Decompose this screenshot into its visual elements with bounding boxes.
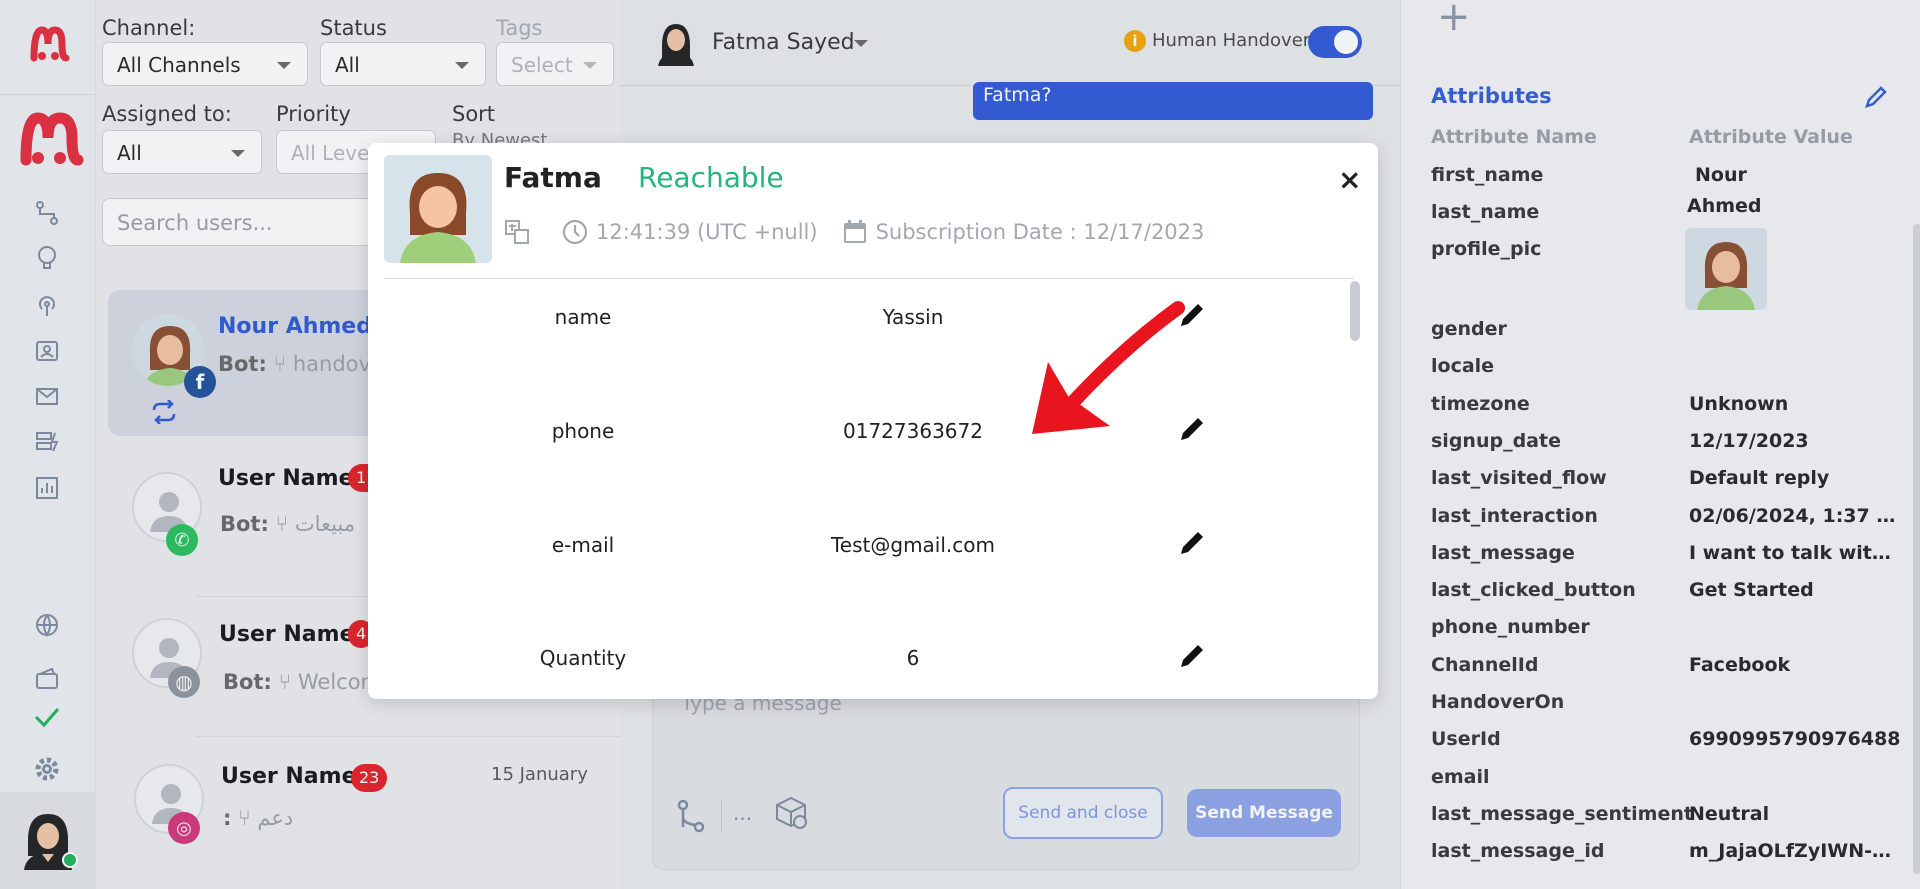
modal-user-avatar (384, 155, 492, 263)
modal-meta-row: 12:41:39 (UTC +null) Subscription Date :… (504, 219, 1228, 245)
field-name: phone (551, 419, 615, 443)
field-value: 6 (906, 646, 920, 670)
custom-field-row: e-mail Test@gmail.com (368, 532, 1368, 573)
field-value: Test@gmail.com (830, 533, 995, 557)
local-time-text: 12:41:39 (UTC +null) (596, 220, 818, 244)
custom-field-row: phone 01727363672 (368, 418, 1368, 459)
local-time: 12:41:39 (UTC +null) (562, 219, 818, 245)
field-value: Yassin (882, 305, 944, 329)
edit-pencil-icon[interactable] (1176, 527, 1208, 564)
clock-icon (562, 219, 588, 245)
modal-divider (384, 278, 1354, 279)
modal-scrollbar[interactable] (1350, 281, 1360, 341)
field-name: name (554, 305, 612, 329)
field-value: 01727363672 (843, 419, 983, 443)
close-modal-button[interactable]: × (1338, 163, 1361, 196)
custom-field-row: name Yassin (368, 304, 1368, 345)
custom-field-row: Quantity 6 (368, 645, 1368, 686)
subscription-date: Subscription Date : 12/17/2023 (842, 219, 1205, 245)
field-name: Quantity (539, 646, 627, 670)
field-name: e-mail (551, 533, 615, 557)
reachable-status: Reachable (638, 161, 784, 194)
woman-avatar-icon (400, 173, 476, 263)
annotation-arrow-icon (1032, 301, 1185, 434)
subscription-date-text: Subscription Date : 12/17/2023 (875, 220, 1205, 244)
calendar-icon (843, 220, 866, 243)
modal-user-name: Fatma (504, 161, 602, 194)
translate-icon[interactable] (504, 219, 538, 245)
edit-pencil-icon[interactable] (1176, 640, 1208, 677)
user-fields-modal: Fatma Reachable × 12:41:39 (UTC +null) S… (368, 143, 1378, 699)
